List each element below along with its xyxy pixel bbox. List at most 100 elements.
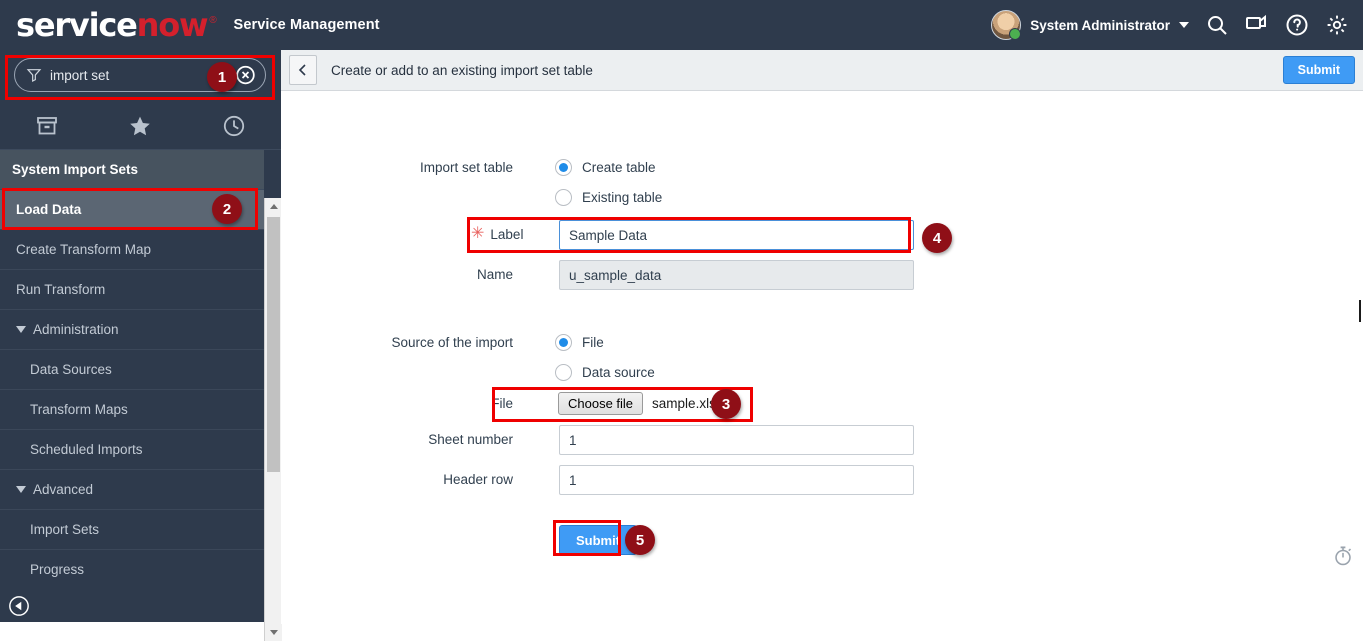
logo-text-service: service <box>16 6 138 44</box>
clear-circle-icon[interactable] <box>235 65 256 86</box>
page-title: Create or add to an existing import set … <box>331 62 593 78</box>
radio-existing-table-input[interactable] <box>555 189 572 206</box>
sidebar-group-advanced[interactable]: Advanced <box>0 470 264 510</box>
header-row-label: Header row <box>443 472 513 487</box>
logo-registered-mark: ® <box>209 15 216 26</box>
stopwatch-icon[interactable] <box>1332 545 1354 567</box>
sidebar-group-administration[interactable]: Administration <box>0 310 264 350</box>
sidebar-item-label: Administration <box>33 322 119 337</box>
sidebar-item-label: Data Sources <box>30 362 112 377</box>
sidebar-item-import-sets[interactable]: Import Sets <box>0 510 264 550</box>
sidebar-item-transform-maps[interactable]: Transform Maps <box>0 390 264 430</box>
chevron-left-icon <box>298 64 306 76</box>
radio-existing-table[interactable]: Existing table <box>555 189 662 206</box>
sheet-number-input[interactable]: 1 <box>559 425 914 455</box>
label-field-value: Sample Data <box>569 227 648 243</box>
application-navigator-sidebar: import set System Import Sets Load Data … <box>0 50 282 641</box>
sidebar-item-label: Create Transform Map <box>16 242 152 257</box>
source-label-wrap: Source of the import <box>281 335 513 350</box>
radio-create-table-label: Create table <box>582 160 656 175</box>
search-input-value: import set <box>50 67 110 83</box>
navigator-section-header: System Import Sets <box>0 150 264 190</box>
help-icon[interactable] <box>1285 13 1309 37</box>
file-chooser-row[interactable]: Choose file sample.xlsx <box>558 392 723 415</box>
sidebar-item-label: Run Transform <box>16 282 106 297</box>
radio-file[interactable]: File <box>555 334 604 351</box>
header-submit-button[interactable]: Submit <box>1282 56 1355 84</box>
import-set-table-label: Import set table <box>419 160 513 175</box>
scrollbar-thumb[interactable] <box>267 217 280 472</box>
gear-icon[interactable] <box>1325 13 1349 37</box>
navigator-search-row: import set <box>0 50 281 102</box>
scroll-up-arrow-icon[interactable] <box>265 198 282 215</box>
logo-text-now: now <box>136 6 209 44</box>
top-navigation-bar: service now ® Service Management System Ad… <box>0 0 1363 50</box>
annotation-marker-5: 5 <box>625 525 655 555</box>
file-field-label: File <box>491 396 513 411</box>
header-row-label-wrap: Header row <box>391 472 513 487</box>
radio-data-source-label: Data source <box>582 365 655 380</box>
sheet-number-value: 1 <box>569 432 577 448</box>
sidebar-item-create-transform-map[interactable]: Create Transform Map <box>0 230 264 270</box>
radio-file-label: File <box>582 335 604 350</box>
sidebar-item-run-transform[interactable]: Run Transform <box>0 270 264 310</box>
radio-file-input[interactable] <box>555 334 572 351</box>
label-field-label-wrap: ✳ Label <box>471 226 523 242</box>
topbar-right-group: System Administrator <box>991 10 1349 40</box>
clock-icon[interactable] <box>222 114 246 138</box>
load-data-form: Import set table Create table Existing t… <box>281 91 1363 622</box>
required-asterisk-icon: ✳ <box>471 225 485 242</box>
name-field-label-wrap: Name <box>411 267 513 282</box>
annotation-marker-3: 3 <box>711 389 741 419</box>
chevron-down-icon[interactable] <box>1179 22 1189 28</box>
radio-existing-table-label: Existing table <box>582 190 663 205</box>
header-row-input[interactable]: 1 <box>559 465 914 495</box>
text-cursor <box>1359 300 1361 322</box>
sidebar-item-label: Import Sets <box>30 522 100 537</box>
user-name-label: System Administrator <box>1030 17 1170 33</box>
annotation-marker-4: 4 <box>922 223 952 253</box>
breadcrumb-bar: Create or add to an existing import set … <box>281 50 1363 91</box>
sidebar-scrollbar[interactable] <box>264 198 282 641</box>
name-field-input: u_sample_data <box>559 260 914 290</box>
radio-data-source-input[interactable] <box>555 364 572 381</box>
chevron-down-icon <box>16 326 26 333</box>
sidebar-item-label: Transform Maps <box>30 402 128 417</box>
product-title: Service Management <box>233 17 380 33</box>
chevron-down-icon <box>16 486 26 493</box>
filter-icon <box>26 69 42 82</box>
chat-icon[interactable] <box>1245 13 1269 37</box>
radio-data-source[interactable]: Data source <box>555 364 655 381</box>
source-of-import-label: Source of the import <box>391 335 513 350</box>
sidebar-item-data-sources[interactable]: Data Sources <box>0 350 264 390</box>
sheet-number-label-wrap: Sheet number <box>391 432 513 447</box>
servicenow-logo[interactable]: service now ® <box>16 6 217 44</box>
name-field-label: Name <box>476 267 513 282</box>
label-field-input[interactable]: Sample Data <box>559 220 914 250</box>
archive-box-icon[interactable] <box>35 114 59 138</box>
sidebar-item-label: Progress <box>30 562 85 577</box>
radio-create-table[interactable]: Create table <box>555 159 656 176</box>
collapse-left-icon[interactable] <box>8 595 30 617</box>
import-set-table-label-wrap: Import set table <box>281 160 513 175</box>
main-content-area: Create or add to an existing import set … <box>281 50 1363 622</box>
sidebar-item-label: Scheduled Imports <box>30 442 143 457</box>
sidebar-item-scheduled-imports[interactable]: Scheduled Imports <box>0 430 264 470</box>
back-button[interactable] <box>289 55 317 85</box>
sheet-number-label: Sheet number <box>428 432 513 447</box>
navigator-tabs <box>0 102 281 150</box>
header-row-value: 1 <box>569 472 577 488</box>
choose-file-button[interactable]: Choose file <box>558 392 644 415</box>
scroll-down-arrow-icon[interactable] <box>265 624 282 641</box>
sidebar-item-label: Advanced <box>33 482 94 497</box>
file-label-wrap: File <box>441 396 513 411</box>
avatar[interactable] <box>991 10 1022 40</box>
annotation-marker-1: 1 <box>207 62 237 92</box>
sidebar-item-progress[interactable]: Progress <box>0 550 264 589</box>
radio-create-table-input[interactable] <box>555 159 572 176</box>
user-menu[interactable]: System Administrator <box>991 10 1189 40</box>
sidebar-item-label: Load Data <box>16 202 82 217</box>
search-icon[interactable] <box>1205 13 1229 37</box>
label-field-label: Label <box>490 226 524 242</box>
star-icon[interactable] <box>128 114 152 138</box>
